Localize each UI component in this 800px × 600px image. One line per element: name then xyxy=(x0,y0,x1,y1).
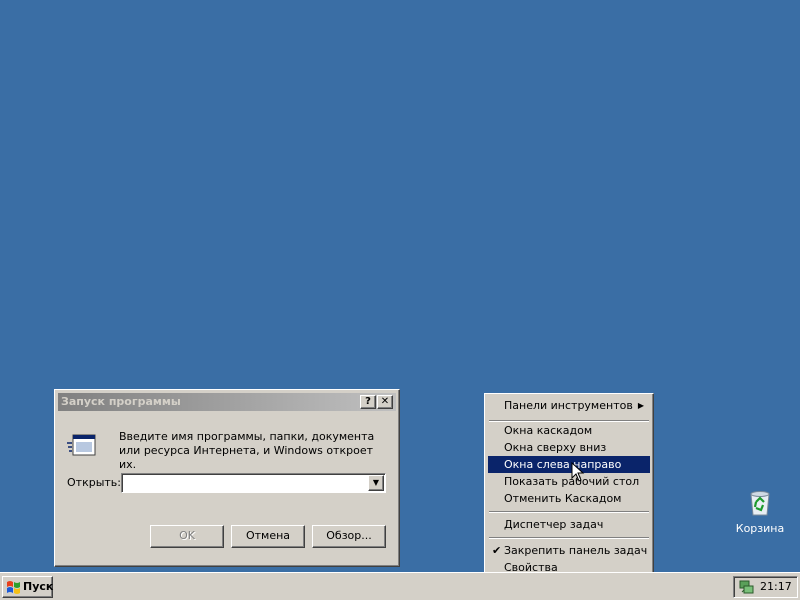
run-dialog-titlebar[interactable]: Запуск программы ? ✕ xyxy=(58,393,396,411)
menu-item-lock-taskbar[interactable]: ✔ Закрепить панель задач xyxy=(488,542,650,559)
open-input[interactable] xyxy=(123,475,367,491)
menu-item-label: Окна слева направо xyxy=(504,458,622,471)
system-tray: 21:17 xyxy=(733,576,798,598)
run-dialog: Запуск программы ? ✕ Введите имя програм… xyxy=(54,389,400,567)
menu-item-tile-vertical[interactable]: Окна слева направо xyxy=(488,456,650,473)
taskbar[interactable]: Пуск 21:17 xyxy=(0,572,800,600)
network-tray-icon[interactable] xyxy=(738,579,754,595)
menu-item-task-manager[interactable]: Диспетчер задач xyxy=(488,516,650,533)
menu-item-label: Закрепить панель задач xyxy=(504,544,648,557)
cancel-button[interactable]: Отмена xyxy=(231,525,305,548)
menu-item-label: Окна сверху вниз xyxy=(504,441,607,454)
menu-item-label: Окна каскадом xyxy=(504,424,593,437)
open-combobox[interactable]: ▼ xyxy=(121,473,386,493)
start-button[interactable]: Пуск xyxy=(2,576,53,598)
menu-item-toolbars[interactable]: Панели инструментов ▶ xyxy=(488,397,650,414)
browse-button[interactable]: Обзор... xyxy=(312,525,386,548)
clock[interactable]: 21:17 xyxy=(760,577,792,597)
submenu-arrow-icon: ▶ xyxy=(637,401,644,410)
ok-button[interactable]: OK xyxy=(150,525,224,548)
close-icon: ✕ xyxy=(380,396,390,407)
run-program-icon xyxy=(67,434,96,456)
combo-dropdown-button[interactable]: ▼ xyxy=(368,475,384,491)
help-button[interactable]: ? xyxy=(360,395,376,409)
recycle-bin-icon xyxy=(750,491,770,516)
menu-item-label: Отменить Каскадом xyxy=(504,492,622,505)
help-icon: ? xyxy=(365,396,371,407)
run-dialog-description: Введите имя программы, папки, документа … xyxy=(119,430,375,471)
menu-item-label: Диспетчер задач xyxy=(504,518,604,531)
menu-item-undo-cascade[interactable]: Отменить Каскадом xyxy=(488,490,650,507)
menu-separator xyxy=(489,511,649,513)
close-button[interactable]: ✕ xyxy=(377,395,393,409)
menu-item-cascade[interactable]: Окна каскадом xyxy=(488,422,650,439)
chevron-down-icon: ▼ xyxy=(372,478,380,487)
open-label: Открыть: xyxy=(67,476,121,489)
run-dialog-title: Запуск программы xyxy=(61,395,181,408)
checkmark-icon: ✔ xyxy=(492,544,502,557)
recycle-bin-label: Корзина xyxy=(735,522,785,535)
mouse-pointer-icon xyxy=(571,462,585,482)
menu-item-tile-horizontal[interactable]: Окна сверху вниз xyxy=(488,439,650,456)
start-label: Пуск xyxy=(23,580,54,593)
menu-separator xyxy=(489,537,649,539)
recycle-bin[interactable]: Корзина xyxy=(732,486,788,535)
menu-item-show-desktop[interactable]: Показать рабочий стол xyxy=(488,473,650,490)
windows-flag-icon xyxy=(7,581,20,594)
taskbar-context-menu: Панели инструментов ▶ Окна каскадом Окна… xyxy=(484,393,654,579)
menu-item-label: Панели инструментов xyxy=(504,399,633,412)
